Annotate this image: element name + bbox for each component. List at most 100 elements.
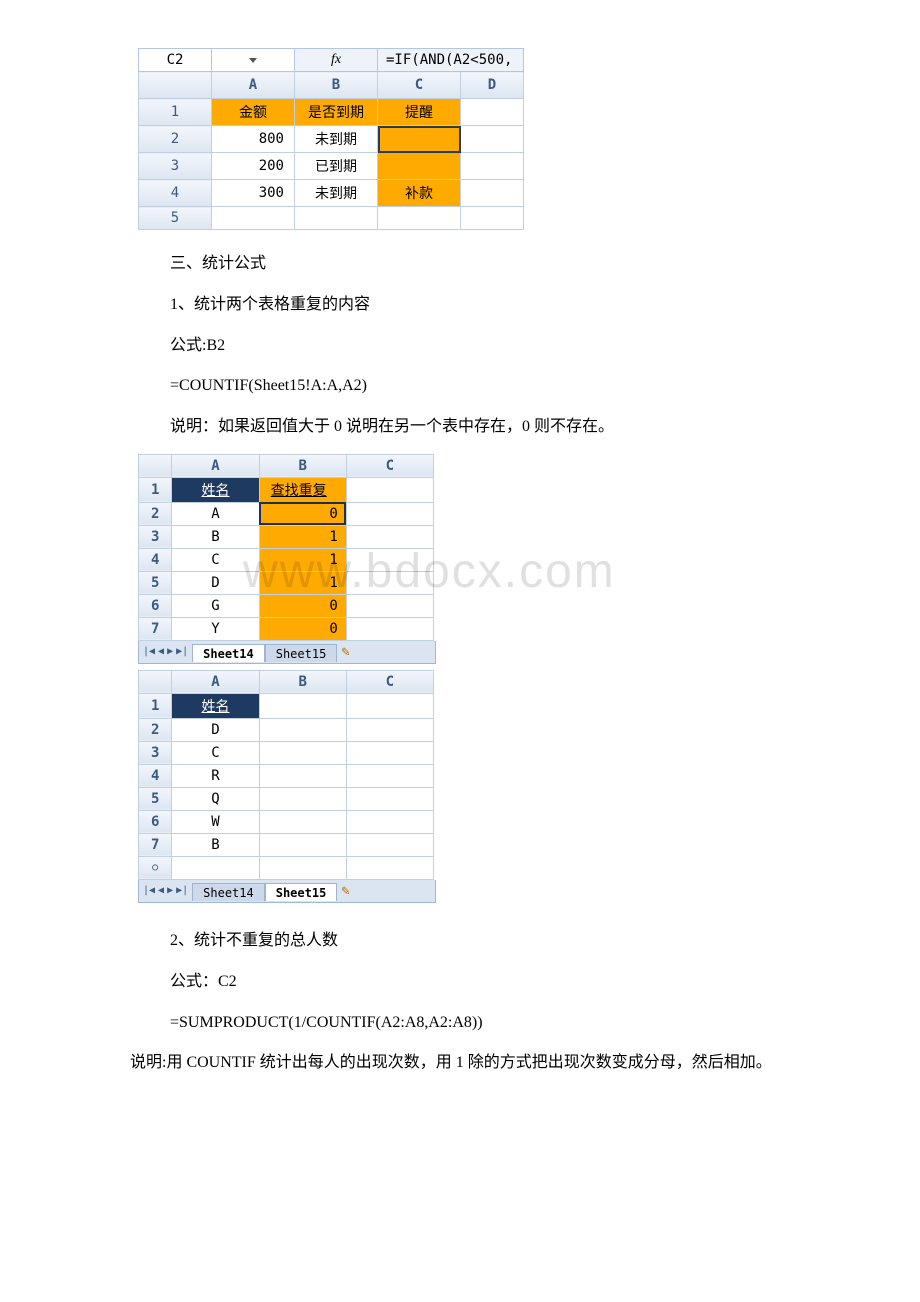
cell[interactable] [346, 502, 433, 525]
col-header[interactable]: C [378, 72, 461, 99]
insert-sheet-icon[interactable]: ✎ [341, 644, 349, 660]
name-box-dropdown[interactable] [212, 49, 295, 72]
cell[interactable]: 查找重复 [259, 477, 346, 502]
name-box[interactable]: C2 [139, 49, 212, 72]
cell[interactable] [346, 787, 433, 810]
cell[interactable] [212, 207, 295, 230]
col-header[interactable]: B [295, 72, 378, 99]
row-header[interactable]: 1 [139, 477, 172, 502]
cell[interactable]: D [172, 571, 259, 594]
row-header[interactable]: 4 [139, 764, 172, 787]
row-header[interactable]: 5 [139, 571, 172, 594]
cell[interactable]: 金额 [212, 99, 295, 126]
row-header[interactable]: 1 [139, 99, 212, 126]
cell[interactable] [346, 594, 433, 617]
cell[interactable] [346, 548, 433, 571]
cell[interactable] [346, 571, 433, 594]
cell[interactable] [346, 833, 433, 856]
tab-sheet14[interactable]: Sheet14 [192, 883, 265, 901]
col-header[interactable]: A [212, 72, 295, 99]
cell[interactable] [346, 617, 433, 640]
row-header[interactable]: 5 [139, 787, 172, 810]
cell[interactable]: 0 [259, 594, 346, 617]
cell[interactable] [259, 787, 346, 810]
row-header[interactable]: 4 [139, 180, 212, 207]
nav-first-icon[interactable]: |◀ [143, 641, 155, 663]
cell[interactable]: A [172, 502, 259, 525]
cell[interactable] [346, 741, 433, 764]
cell[interactable] [346, 810, 433, 833]
cell[interactable]: Q [172, 787, 259, 810]
cell[interactable] [259, 856, 346, 879]
cell[interactable] [259, 741, 346, 764]
row-header[interactable]: 3 [139, 153, 212, 180]
cell[interactable]: D [172, 718, 259, 741]
cell[interactable] [461, 180, 524, 207]
tab-sheet14[interactable]: Sheet14 [192, 644, 265, 662]
col-header[interactable]: B [259, 454, 346, 477]
cell[interactable] [378, 153, 461, 180]
cell[interactable]: 0 [259, 617, 346, 640]
cell[interactable] [461, 153, 524, 180]
cell[interactable] [172, 856, 259, 879]
cell[interactable]: 姓名 [172, 693, 259, 718]
nav-next-icon[interactable]: ▶ [167, 641, 173, 663]
cell[interactable]: C [172, 548, 259, 571]
row-header[interactable]: 2 [139, 126, 212, 153]
cell[interactable] [346, 856, 433, 879]
cell[interactable]: 未到期 [295, 126, 378, 153]
nav-prev-icon[interactable]: ◀ [158, 880, 164, 902]
cell[interactable]: R [172, 764, 259, 787]
cell[interactable]: 提醒 [378, 99, 461, 126]
cell[interactable]: 姓名 [172, 477, 259, 502]
row-header[interactable]: 3 [139, 525, 172, 548]
nav-next-icon[interactable]: ▶ [167, 880, 173, 902]
cell[interactable]: 1 [259, 571, 346, 594]
cell[interactable]: B [172, 833, 259, 856]
cell[interactable] [461, 207, 524, 230]
tab-sheet15[interactable]: Sheet15 [265, 883, 338, 901]
row-header[interactable]: 6 [139, 810, 172, 833]
cell[interactable] [346, 525, 433, 548]
cell[interactable]: 1 [259, 548, 346, 571]
cell[interactable] [259, 693, 346, 718]
cell[interactable]: 800 [212, 126, 295, 153]
cell[interactable] [259, 764, 346, 787]
cell[interactable] [346, 718, 433, 741]
cell[interactable]: 1 [259, 525, 346, 548]
cell[interactable] [346, 477, 433, 502]
nav-last-icon[interactable]: ▶| [176, 641, 188, 663]
fx-button[interactable]: fx [295, 49, 378, 72]
cell[interactable]: Y [172, 617, 259, 640]
col-header[interactable]: A [172, 454, 259, 477]
col-header[interactable]: A [172, 670, 259, 693]
cell[interactable]: G [172, 594, 259, 617]
corner-cell[interactable] [139, 670, 172, 693]
cell[interactable]: W [172, 810, 259, 833]
nav-first-icon[interactable]: |◀ [143, 880, 155, 902]
cell[interactable]: B [172, 525, 259, 548]
cell[interactable]: 已到期 [295, 153, 378, 180]
col-header[interactable]: C [346, 454, 433, 477]
selected-cell[interactable]: 0 [259, 502, 346, 525]
col-header[interactable]: D [461, 72, 524, 99]
cell[interactable]: 200 [212, 153, 295, 180]
cell[interactable]: 补款 [378, 180, 461, 207]
cell[interactable]: 300 [212, 180, 295, 207]
row-header[interactable]: 7 [139, 833, 172, 856]
tab-sheet15[interactable]: Sheet15 [265, 644, 338, 662]
corner-cell[interactable] [139, 72, 212, 99]
cell[interactable] [259, 718, 346, 741]
row-header[interactable]: 3 [139, 741, 172, 764]
row-header[interactable]: 7 [139, 617, 172, 640]
insert-sheet-icon[interactable]: ✎ [341, 883, 349, 899]
cell[interactable]: 是否到期 [295, 99, 378, 126]
cell[interactable] [295, 207, 378, 230]
cell[interactable] [461, 126, 524, 153]
row-header[interactable]: 1 [139, 693, 172, 718]
cell[interactable] [346, 764, 433, 787]
cell[interactable]: 未到期 [295, 180, 378, 207]
row-header[interactable]: 6 [139, 594, 172, 617]
cell[interactable] [259, 833, 346, 856]
row-header[interactable]: 2 [139, 718, 172, 741]
